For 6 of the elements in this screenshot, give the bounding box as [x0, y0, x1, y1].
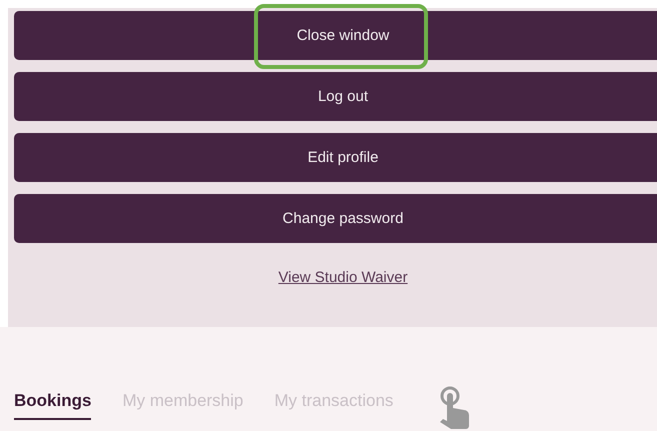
waiver-link[interactable]: View Studio Waiver	[278, 269, 408, 286]
menu-button[interactable]: Close window	[14, 11, 657, 60]
tab[interactable]: Bookings	[14, 391, 92, 420]
menu-button[interactable]: Change password	[14, 194, 657, 243]
menu-button[interactable]: Log out	[14, 72, 657, 121]
menu-button[interactable]: Edit profile	[14, 133, 657, 182]
